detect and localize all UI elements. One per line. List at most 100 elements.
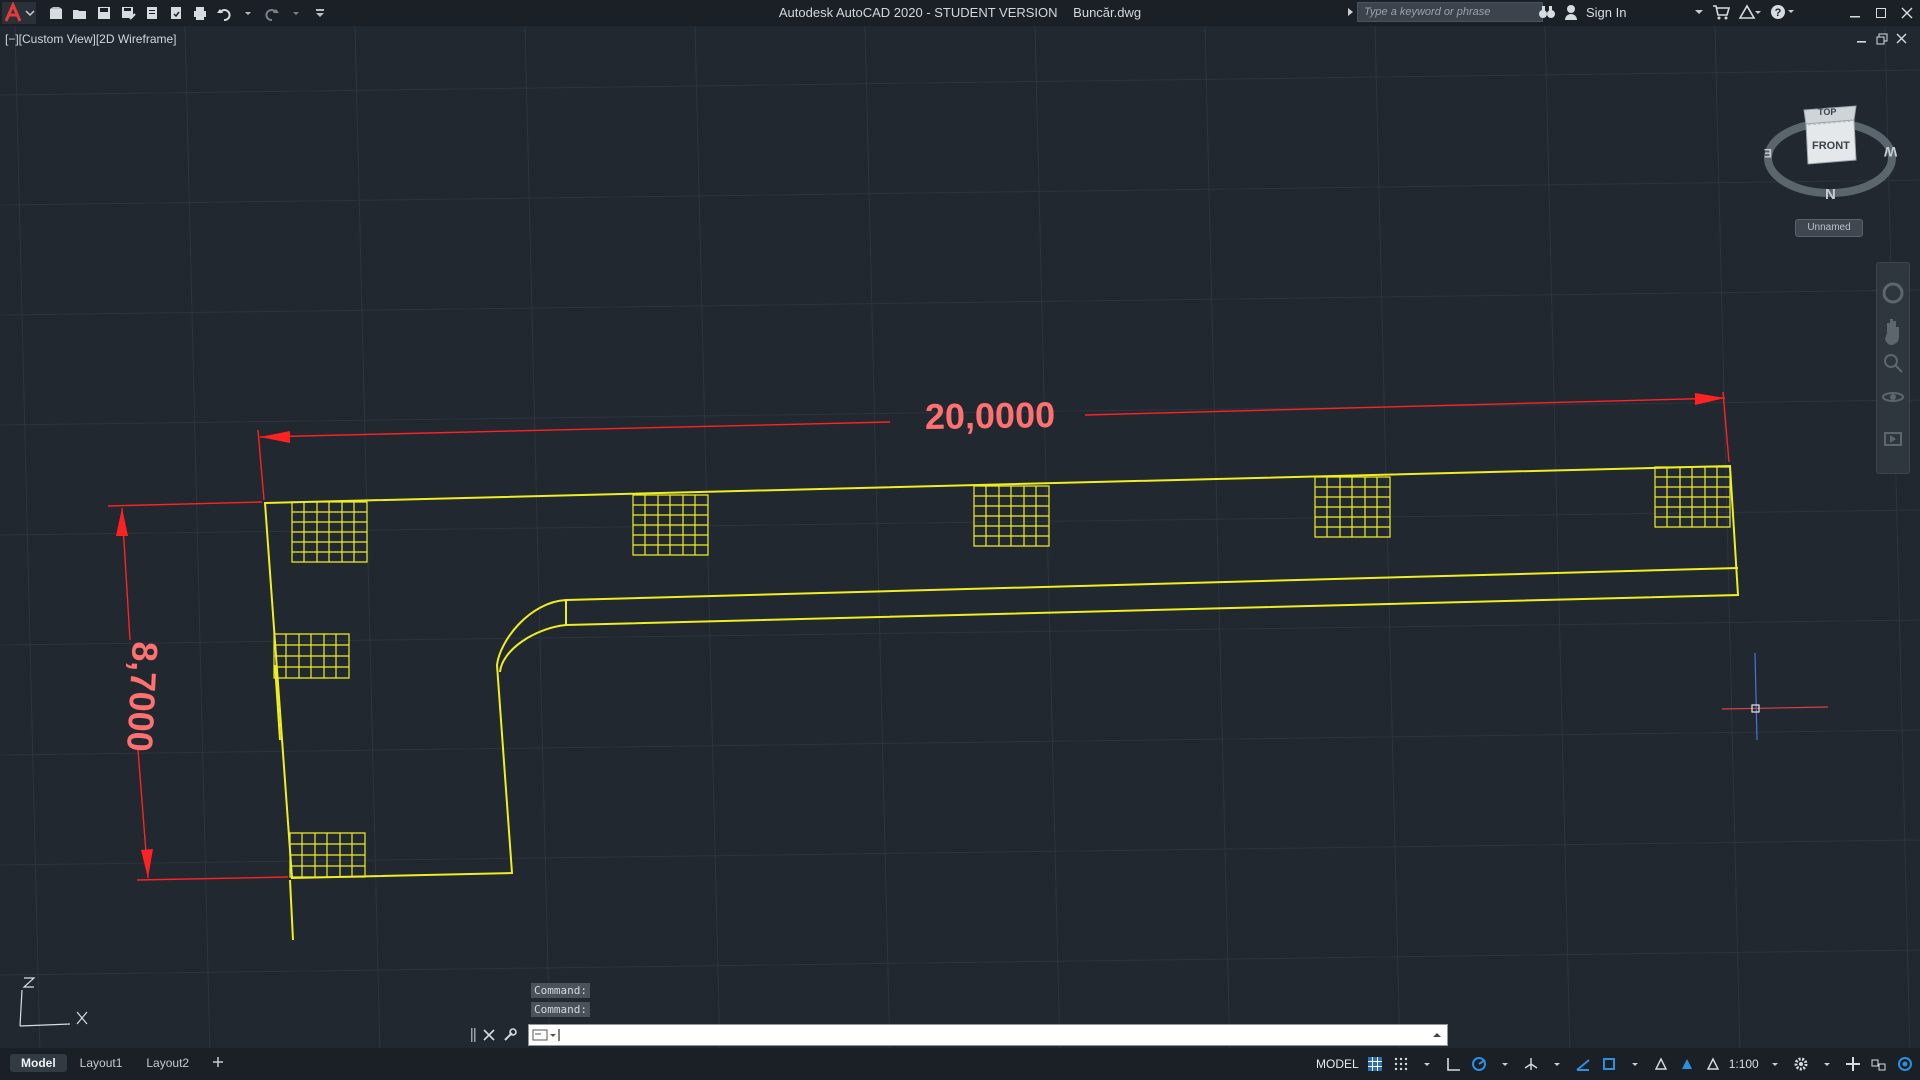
cart-icon[interactable] xyxy=(1712,3,1731,21)
viewport-restore-icon[interactable] xyxy=(1876,33,1888,45)
title-bar: Autodesk AutoCAD 2020 - STUDENT VERSION … xyxy=(0,0,1920,26)
hatch-plate xyxy=(973,485,1050,547)
redo-dropdown-icon[interactable] xyxy=(286,3,306,23)
search-expand-icon[interactable] xyxy=(1345,2,1357,22)
workspace-dropdown-icon[interactable] xyxy=(1817,1054,1837,1074)
viewcube[interactable]: TOP FRONT N W E xyxy=(1760,96,1900,226)
isodraft-icon[interactable] xyxy=(1521,1054,1541,1074)
inner-curve[interactable] xyxy=(499,624,567,673)
object-snap-dropdown-icon[interactable] xyxy=(1625,1054,1645,1074)
annotation-monitor-icon[interactable] xyxy=(1843,1054,1863,1074)
viewcube-front-label[interactable]: FRONT xyxy=(1812,140,1850,152)
save-as-icon[interactable] xyxy=(118,3,138,23)
quick-access-toolbar xyxy=(46,3,330,23)
hatch-plate xyxy=(289,832,366,878)
window-controls xyxy=(1842,0,1920,26)
customize-qat-icon[interactable] xyxy=(310,3,330,23)
help-icon[interactable]: ? xyxy=(1770,3,1796,21)
hatch-plate xyxy=(291,501,368,563)
viewport-close-icon[interactable] xyxy=(1896,33,1908,45)
open-icon[interactable] xyxy=(70,3,90,23)
ucs-menu-button[interactable]: Unnamed xyxy=(1795,219,1863,237)
save-icon[interactable] xyxy=(94,3,114,23)
autodesk-a360-icon[interactable] xyxy=(1738,3,1762,21)
dimension-vertical-text[interactable]: 8,7000 xyxy=(119,641,166,753)
annotation-visibility-icon[interactable] xyxy=(1651,1054,1671,1074)
navigation-bar xyxy=(1876,262,1910,474)
object-snap-icon[interactable] xyxy=(1599,1054,1619,1074)
sign-in-dropdown-icon[interactable] xyxy=(1694,3,1704,21)
command-line-close-icon[interactable] xyxy=(482,1028,496,1042)
showmotion-icon[interactable] xyxy=(1884,432,1902,446)
add-layout-icon[interactable] xyxy=(202,1054,234,1072)
viewcube-north-label[interactable]: N xyxy=(1825,186,1836,203)
user-icon xyxy=(1565,5,1577,20)
status-bar: Model Layout1 Layout2 MODEL 1:100 xyxy=(0,1048,1920,1080)
save-to-web-icon[interactable] xyxy=(166,3,186,23)
polar-dropdown-icon[interactable] xyxy=(1495,1054,1515,1074)
status-tools: MODEL 1:100 xyxy=(1316,1054,1920,1074)
workspace-gear-icon[interactable] xyxy=(1791,1054,1811,1074)
viewcube-west-label[interactable]: W xyxy=(1884,144,1897,160)
tab-layout1[interactable]: Layout1 xyxy=(69,1054,134,1072)
command-line-grip-icon[interactable] xyxy=(470,1026,476,1044)
minimize-icon[interactable] xyxy=(1842,0,1868,26)
annotation-scale-value[interactable]: 1:100 xyxy=(1729,1057,1759,1071)
zoom-icon[interactable] xyxy=(1884,354,1903,373)
outer-outline[interactable] xyxy=(263,464,1740,880)
auto-scale-icon[interactable] xyxy=(1677,1054,1697,1074)
drawing-viewport[interactable]: 20,0000 8,7000 xyxy=(0,26,1920,1054)
ortho-icon[interactable] xyxy=(1443,1054,1463,1074)
scale-dropdown-icon[interactable] xyxy=(1765,1054,1785,1074)
application-menu-button[interactable] xyxy=(2,1,38,24)
grid-display-icon[interactable] xyxy=(1365,1054,1385,1074)
bunker-outline[interactable] xyxy=(263,464,1740,941)
ucs-icon[interactable] xyxy=(19,977,88,1027)
file-title: Buncăr.dwg xyxy=(1073,5,1142,20)
snap-mode-icon[interactable] xyxy=(1391,1054,1411,1074)
isolate-objects-icon[interactable] xyxy=(1895,1054,1915,1074)
close-icon[interactable] xyxy=(1894,0,1920,26)
sign-in-button[interactable]: Sign In xyxy=(1586,5,1626,20)
viewcube-east-label[interactable]: E xyxy=(1764,146,1772,160)
viewport-label[interactable]: [−][Custom View][2D Wireframe] xyxy=(5,32,177,46)
bottom-edge-tick[interactable] xyxy=(289,879,294,941)
binoculars-icon[interactable] xyxy=(1538,3,1556,21)
model-space-button[interactable]: MODEL xyxy=(1316,1057,1359,1071)
undo-icon[interactable] xyxy=(214,3,234,23)
command-history: Command: Command: xyxy=(531,983,590,1021)
search-input[interactable]: Type a keyword or phrase xyxy=(1357,2,1543,22)
object-snap-tracking-icon[interactable] xyxy=(1573,1054,1593,1074)
tab-layout2[interactable]: Layout2 xyxy=(135,1054,200,1072)
viewport-controls xyxy=(1856,33,1908,45)
steering-wheel-icon[interactable] xyxy=(1882,282,1904,304)
isodraft-dropdown-icon[interactable] xyxy=(1547,1054,1567,1074)
command-prompt-icon[interactable] xyxy=(531,1025,561,1045)
undo-dropdown-icon[interactable] xyxy=(238,3,258,23)
plot-icon[interactable] xyxy=(190,3,210,23)
tab-model[interactable]: Model xyxy=(10,1054,67,1072)
open-from-web-icon[interactable] xyxy=(142,3,162,23)
dimension-horizontal-text[interactable]: 20,0000 xyxy=(925,394,1056,437)
grid xyxy=(0,26,1920,1054)
maximize-icon[interactable] xyxy=(1868,0,1894,26)
app-title: Autodesk AutoCAD 2020 - STUDENT VERSION xyxy=(778,5,1058,20)
hatch-plate xyxy=(1654,466,1731,528)
viewport-minimize-icon[interactable] xyxy=(1856,33,1868,45)
hatch-plate xyxy=(1314,476,1391,538)
annotation-scale-icon[interactable] xyxy=(1703,1054,1723,1074)
polar-tracking-icon[interactable] xyxy=(1469,1054,1489,1074)
viewcube-top-label[interactable]: TOP xyxy=(1818,107,1836,117)
command-line-controls xyxy=(470,1024,528,1046)
snap-dropdown-icon[interactable] xyxy=(1417,1054,1437,1074)
search-area: Type a keyword or phrase xyxy=(1345,2,1543,22)
new-icon[interactable] xyxy=(46,3,66,23)
command-input[interactable] xyxy=(528,1024,1448,1046)
pan-icon[interactable] xyxy=(1885,319,1899,345)
command-line-customize-icon[interactable] xyxy=(502,1027,518,1043)
redo-icon[interactable] xyxy=(262,3,282,23)
command-history-toggle-icon[interactable] xyxy=(1431,1025,1443,1045)
orbit-icon[interactable] xyxy=(1882,392,1904,402)
units-icon[interactable] xyxy=(1869,1054,1889,1074)
inner-channel-line[interactable] xyxy=(565,567,1739,601)
